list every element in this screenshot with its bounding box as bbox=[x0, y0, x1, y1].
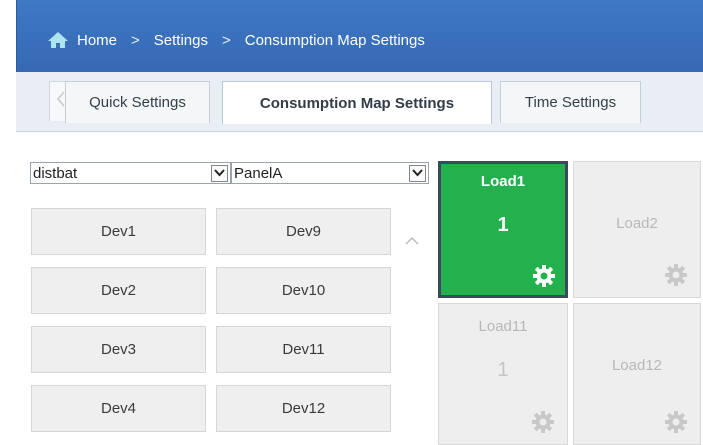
breadcrumb-separator: > bbox=[131, 31, 140, 49]
tab-quick-settings[interactable]: Quick Settings bbox=[65, 81, 210, 123]
breadcrumb-separator: > bbox=[221, 31, 231, 49]
chevron-down-icon[interactable] bbox=[211, 164, 228, 182]
load-tile-count: 1 bbox=[497, 214, 509, 236]
load-tile-load2[interactable]: Load2 bbox=[573, 161, 701, 298]
device-button-dev3[interactable]: Dev3 bbox=[31, 326, 206, 373]
tab-time-settings[interactable]: Time Settings bbox=[500, 81, 641, 123]
gear-icon[interactable] bbox=[664, 410, 688, 434]
breadcrumb: Home > Settings > Consumption Map Settin… bbox=[47, 29, 425, 51]
device-button-dev1[interactable]: Dev1 bbox=[31, 208, 206, 255]
breadcrumb-current: Consumption Map Settings bbox=[244, 31, 425, 49]
group-select[interactable]: distbat bbox=[30, 162, 231, 184]
device-button-dev2[interactable]: Dev2 bbox=[31, 267, 206, 314]
load-tile-name: Load1 bbox=[480, 173, 526, 190]
load-tile-name: Load11 bbox=[478, 318, 528, 335]
device-scroll-up-button[interactable] bbox=[401, 230, 423, 252]
load-tile-load12[interactable]: Load12 bbox=[573, 303, 701, 445]
breadcrumb-settings[interactable]: Settings bbox=[154, 32, 208, 49]
tab-consumption-map-settings[interactable]: Consumption Map Settings bbox=[222, 81, 492, 124]
device-button-dev9[interactable]: Dev9 bbox=[216, 208, 391, 255]
gear-icon[interactable] bbox=[664, 263, 688, 287]
device-button-dev12[interactable]: Dev12 bbox=[216, 385, 391, 432]
device-button-dev11[interactable]: Dev11 bbox=[216, 326, 391, 373]
load-tile-name: Load12 bbox=[611, 357, 663, 374]
header-bar: Home > Settings > Consumption Map Settin… bbox=[16, 0, 703, 72]
load-tile-load1[interactable]: Load1 1 bbox=[438, 161, 568, 298]
load-tile-name: Load2 bbox=[616, 215, 658, 232]
load-tile-count: 1 bbox=[497, 359, 509, 381]
group-select-value: distbat bbox=[33, 164, 78, 182]
device-button-dev10[interactable]: Dev10 bbox=[216, 267, 391, 314]
home-icon[interactable] bbox=[47, 31, 69, 49]
consumption-map-panel: distbat PanelA Dev1 Dev2 Dev3 Dev4 Dev9 … bbox=[16, 132, 703, 445]
breadcrumb-home[interactable]: Home bbox=[77, 32, 117, 49]
device-button-dev4[interactable]: Dev4 bbox=[31, 385, 206, 432]
panel-select[interactable]: PanelA bbox=[231, 162, 429, 184]
tab-strip: Quick Settings Consumption Map Settings … bbox=[16, 72, 703, 132]
gear-icon[interactable] bbox=[531, 410, 555, 434]
panel-select-value: PanelA bbox=[234, 164, 283, 182]
chevron-up-icon bbox=[405, 232, 419, 250]
chevron-down-icon[interactable] bbox=[409, 164, 426, 182]
gear-icon[interactable] bbox=[532, 264, 556, 288]
load-tile-load11[interactable]: Load11 1 bbox=[438, 303, 568, 445]
